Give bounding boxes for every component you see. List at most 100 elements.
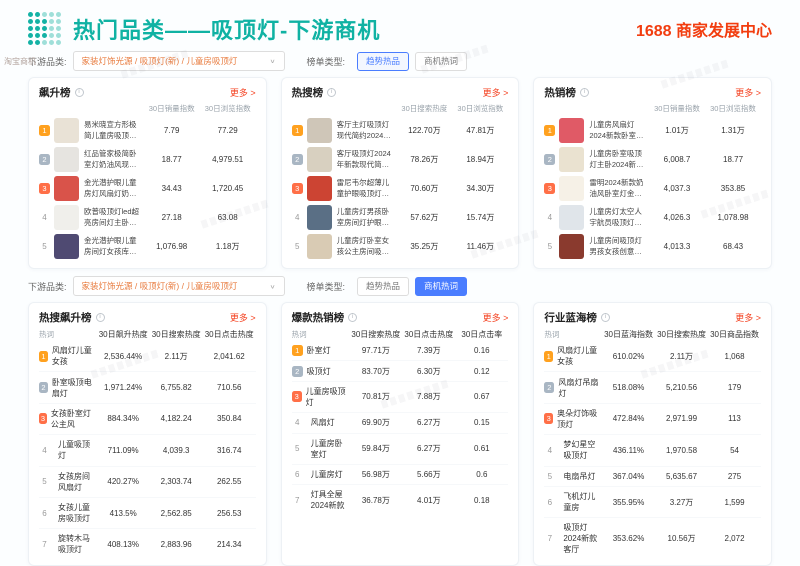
rank-number: 5	[544, 242, 555, 251]
metric-value: 97.71万	[349, 345, 402, 356]
keyword-row: 4风扇灯 69.90万 6.27万 0.15	[292, 413, 509, 433]
more-link[interactable]: 更多 >	[230, 311, 256, 324]
info-icon[interactable]: i	[348, 313, 357, 322]
metric-value: 3.27万	[655, 497, 708, 508]
metric-value: 1.01万	[649, 125, 705, 136]
product-row[interactable]: 1 客厅主灯吸顶灯现代简约2024年新款广东全屋套餐组合大气中山灯具 122.7…	[292, 118, 509, 143]
info-icon[interactable]: i	[580, 88, 589, 97]
tab-trend-hot-products[interactable]: 趋势热品	[357, 52, 409, 71]
metric-value: 367.04%	[602, 472, 655, 481]
keyword-text: 灯具全屋2024新款	[311, 489, 350, 511]
product-row[interactable]: 4 儿童房灯男孩卧室房间灯护眼吸顶灯具新款现代简约太空人宇航员风扇 57.62万…	[292, 205, 509, 230]
category-select[interactable]: 家装灯饰光源 / 吸顶灯(新) / 儿童房吸顶灯 ∨	[73, 276, 285, 296]
more-link[interactable]: 更多 >	[735, 311, 761, 324]
metric-value: 0.15	[455, 418, 508, 427]
info-icon[interactable]: i	[96, 313, 105, 322]
keyword-row: 7吸顶灯2024新款客厅 353.62% 10.56万 2,072	[544, 518, 761, 559]
card-header: 热搜飙升榜 i 更多 >	[39, 310, 256, 325]
metric-value: 1,076.98	[144, 242, 200, 251]
keyword-row: 4儿童吸顶灯 711.09% 4,039.3 316.74	[39, 435, 256, 466]
product-row[interactable]: 2 客厅吸顶灯2024年新款现代简约大气主灯全屋套餐组合精灵智能灯具 78.26…	[292, 147, 509, 172]
rank-number: 6	[544, 498, 555, 507]
metric-value: 34.43	[144, 184, 200, 193]
col-header: 30日点击热度	[203, 329, 256, 340]
keyword-row: 1风扇灯儿童女孩 610.02% 2.11万 1,068	[544, 341, 761, 372]
product-row[interactable]: 5 儿童房间吸顶灯男孩女孩创意卡通风卧室灯现代简约公主房间灯具 4,013.3 …	[544, 234, 761, 259]
more-link[interactable]: 更多 >	[735, 86, 761, 99]
metric-value: 0.61	[455, 444, 508, 453]
rank-number: 5	[292, 242, 303, 251]
board-card-blue-ocean: 行业蓝海榜 i 更多 > 热词 30日蓝海指数 30日搜索热度 30日商品指数 …	[533, 302, 772, 566]
rank-number: 7	[544, 534, 555, 543]
keyword-row: 2吸顶灯 83.70万 6.30万 0.12	[292, 361, 509, 381]
category-select[interactable]: 家装灯饰光源 / 吸顶灯(新) / 儿童房吸顶灯 ∨	[73, 51, 285, 71]
product-row[interactable]: 3 金光潜护眼儿童房灯风扇灯奶油风创意简约男孩女孩飞机卧室吸顶灯 34.43 1…	[39, 176, 256, 201]
tab-opportunity-keywords[interactable]: 商机热词	[415, 52, 467, 71]
rank-number: 4	[292, 418, 303, 427]
metric-value: 1,720.45	[200, 184, 256, 193]
metric-value: 7.88万	[402, 391, 455, 402]
metric-value: 57.62万	[396, 212, 452, 223]
more-link[interactable]: 更多 >	[230, 86, 256, 99]
rank-number: 5	[39, 477, 50, 486]
board-title: 热搜飙升榜	[39, 310, 92, 325]
product-thumbnail	[559, 176, 584, 201]
rank-badge: 2	[39, 382, 48, 393]
rank-badge: 2	[292, 366, 303, 377]
keyword-text: 女孩房间风扇灯	[58, 471, 97, 493]
more-link[interactable]: 更多 >	[483, 86, 509, 99]
tab-trend-hot-products[interactable]: 趋势热品	[357, 277, 409, 296]
rank-number: 4	[544, 213, 555, 222]
col-header: 热词	[39, 329, 97, 340]
metric-value: 10.56万	[655, 533, 708, 544]
metric-value: 35.25万	[396, 241, 452, 252]
keyword-row: 6飞机灯儿童房 355.95% 3.27万 1,599	[544, 487, 761, 518]
product-row[interactable]: 2 红品管家极简卧室灯奶油风现代温馨护眼女孩公主儿童房吸顶灯具 18.77 4,…	[39, 147, 256, 172]
board-card-hot-sale: 热销榜 i 更多 > 30日销量指数 30日浏览指数 1 儿童房风扇灯2024新…	[533, 77, 772, 269]
product-title: 雷明2024新款奶油风卧室灯金光潜护眼主卧儿童书房超薄圆形吸顶灯	[589, 178, 649, 198]
board-title: 热销榜	[544, 85, 576, 100]
metric-value: 4,182.24	[150, 414, 203, 423]
rank-badge: 1	[39, 125, 50, 136]
keyword-row: 3儿童房吸顶灯 70.81万 7.88万 0.67	[292, 382, 509, 413]
metric-value: 122.70万	[396, 125, 452, 136]
rank-badge: 2	[39, 154, 50, 165]
keyword-row: 1风扇灯儿童女孩 2,536.44% 2.11万 2,041.62	[39, 341, 256, 372]
keyword-row: 3女孩卧室灯公主风 884.34% 4,182.24 350.84	[39, 404, 256, 435]
rank-number: 7	[292, 496, 303, 505]
brand-text: 1688 商家发展中心	[636, 17, 772, 41]
product-row[interactable]: 3 雷明2024新款奶油风卧室灯金光潜护眼主卧儿童书房超薄圆形吸顶灯 4,037…	[544, 176, 761, 201]
product-row[interactable]: 4 欧普吸顶灯led超亮房间灯主卧室灯具客厅创意现代简约大气2024新款 27.…	[39, 205, 256, 230]
product-row[interactable]: 5 金光潜护眼儿童房间灯女孩库洛米卡通吸顶灯可爱大房间卧室灯 1,076.98 …	[39, 234, 256, 259]
product-row[interactable]: 1 易米晓宣方形极简儿童房吸顶灯创意月球半吊顶男孩女孩房间ed 7.79 77.…	[39, 118, 256, 143]
card-header: 热搜榜 i 更多 >	[292, 85, 509, 100]
metric-value: 256.53	[203, 509, 256, 518]
rank-badge: 1	[39, 351, 48, 362]
info-icon[interactable]: i	[75, 88, 84, 97]
info-icon[interactable]: i	[327, 88, 336, 97]
product-boards: 飙升榜 i 更多 > 30日销量指数 30日浏览指数 1 易米晓宣方形极简儿童房…	[28, 77, 772, 269]
metric-value: 6,755.82	[150, 383, 203, 392]
product-title: 儿童房灯卧室女孩公主房间吸顶灯护眼房女童创意卡通2024新款灯具	[337, 236, 397, 256]
product-row[interactable]: 2 儿童房卧室吸顶灯主卧2024新款简约现代房间奶油风云朵中山灯具2 6,008…	[544, 147, 761, 172]
metric-value: 36.78万	[349, 495, 402, 506]
col-header: 热词	[292, 329, 350, 340]
keyword-row: 6儿童房灯 56.98万 5.66万 0.6	[292, 465, 509, 485]
metric-value: 69.90万	[349, 417, 402, 428]
product-title: 易米晓宣方形极简儿童房吸顶灯创意月球半吊顶男孩女孩房间ed	[84, 120, 144, 140]
rank-badge: 3	[544, 413, 553, 424]
info-icon[interactable]: i	[601, 313, 610, 322]
metric-value: 5,210.56	[655, 383, 708, 392]
tab-opportunity-keywords[interactable]: 商机热词	[415, 277, 467, 296]
product-thumbnail	[54, 118, 79, 143]
keyword-row: 7旋转木马吸顶灯 408.13% 2,883.96 214.34	[39, 529, 256, 559]
product-row[interactable]: 1 儿童房风扇灯2024新款卧室灯现代简约电扇灯男孩女孩吸顶灯带风扇 1.01万…	[544, 118, 761, 143]
col-header: 30日搜索热度	[349, 329, 402, 340]
product-thumbnail	[559, 205, 584, 230]
product-row[interactable]: 4 儿童房灯太空人宇航员吸顶灯星球卡通房间卧室灯小女孩公主房间灯 4,026.3…	[544, 205, 761, 230]
more-link[interactable]: 更多 >	[483, 311, 509, 324]
product-row[interactable]: 5 儿童房灯卧室女孩公主房间吸顶灯护眼房女童创意卡通2024新款灯具 35.25…	[292, 234, 509, 259]
chevron-down-icon: ∨	[270, 283, 276, 289]
page-root: 热门品类——吸顶灯-下游商机 1688 商家发展中心 淘宝商机 下游品类: 家装…	[0, 0, 800, 566]
product-row[interactable]: 3 雷尼韦尔超薄儿童护眼吸顶灯书房灯儿童房灯卧室灯简约现代灯具 70.60万 3…	[292, 176, 509, 201]
